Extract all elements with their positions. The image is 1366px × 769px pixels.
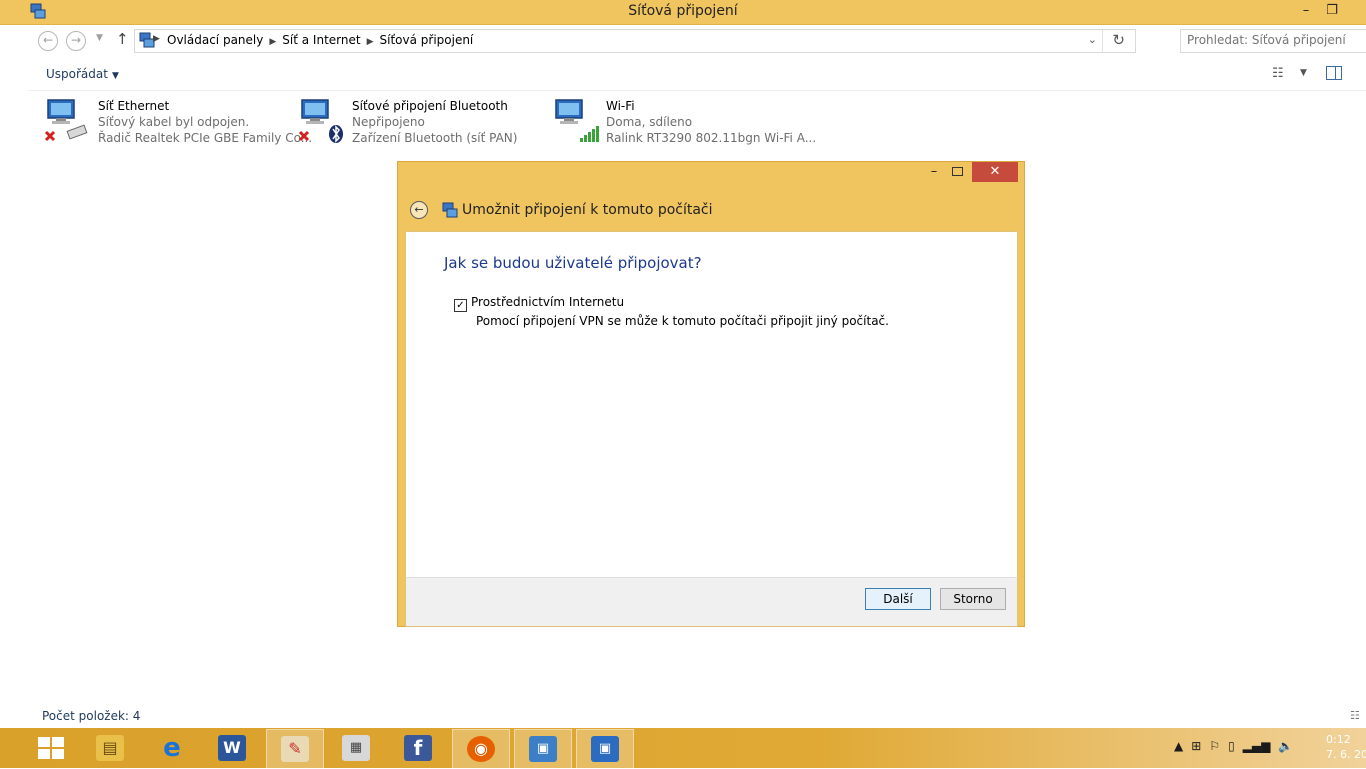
refresh-icon[interactable]: ↻ [1112,31,1125,49]
calculator-icon: ▦ [342,735,370,761]
dialog-heading: Jak se budou uživatelé připojovat? [444,254,702,272]
action-center-flag-icon[interactable]: ⚐ [1209,739,1220,753]
system-tray: ▲ ⊞ ⚐ ▯ ▂▄▆ 🔈 [1174,739,1301,753]
facebook-icon: f [404,735,432,761]
clock-time: 0:12 [1326,733,1351,746]
connection-device: Ralink RT3290 802.11bgn Wi-Fi A... [606,131,817,145]
connection-name: Síť Ethernet [98,99,170,113]
taskbar-calculator[interactable]: ▦ [328,729,384,767]
taskbar-network-connections[interactable]: ▣ [576,729,634,769]
network-connections-icon [442,202,458,218]
dialog-close-button[interactable]: ✕ [972,162,1018,182]
connection-status: Síťový kabel byl odpojen. [98,115,250,129]
internet-checkbox-label[interactable]: Prostřednictvím Internetu [471,295,624,309]
recent-locations-dropdown[interactable]: ▼ [96,33,103,43]
up-button[interactable]: ↑ [116,30,129,48]
breadcrumb-item[interactable]: Ovládací panely [167,33,263,47]
wifi-adapter-icon [555,99,599,142]
cancel-button[interactable]: Storno [940,588,1006,610]
breadcrumb: Ovládací panely ▶ Síť a Internet ▶ Síťová př… [167,33,479,47]
keyboard-icon[interactable]: ⊞ [1191,739,1201,753]
incoming-connection-dialog: – ✕ ← Umožnit připojení k tomuto počítač… [397,161,1025,627]
chevron-down-icon: ▼ [111,71,119,81]
item-count: Počet položek: 4 [42,709,141,723]
divider [1102,30,1103,52]
internet-checkbox[interactable]: ✓ [454,299,467,312]
dialog-title: Umožnit připojení k tomuto počítači [462,202,713,218]
clock-date: 7. 6. 20 [1326,748,1366,761]
search-box[interactable] [1180,29,1366,53]
connection-name: Wi-Fi [606,99,635,113]
clock[interactable]: 0:12 7. 6. 20 [1326,732,1366,762]
connection-wifi[interactable]: Wi-Fi Doma, sdíleno Ralink RT3290 802.11… [552,98,816,150]
taskbar-word[interactable]: W [204,729,260,767]
organize-label: Uspořádat [46,67,108,81]
address-bar[interactable]: ▶ Ovládací panely ▶ Síť a Internet ▶ Síťová … [134,29,1136,53]
dialog-content: Jak se budou uživatelé připojovat? ✓ Pros… [405,231,1018,578]
start-button[interactable] [38,737,66,759]
breadcrumb-item[interactable]: Síťová připojení [380,33,474,47]
volume-icon[interactable]: 🔈 [1278,739,1293,753]
show-hidden-icons-icon[interactable]: ▲ [1174,739,1183,753]
details-view-icon[interactable]: ☷ [1350,709,1360,722]
change-view-icon[interactable]: ☷ [1272,66,1284,81]
taskbar-file-explorer[interactable]: ▤ [82,729,138,767]
ethernet-adapter-icon [44,99,88,142]
connection-name: Síťové připojení Bluetooth [352,99,508,113]
organize-button[interactable]: Uspořádat ▼ [46,67,119,81]
taskbar-facebook[interactable]: f [390,729,446,767]
taskbar-firefox[interactable]: ◉ [452,729,510,769]
forward-button[interactable]: → [66,31,86,51]
breadcrumb-item[interactable]: Síť a Internet [282,33,360,47]
breadcrumb-chevron-icon[interactable]: ▶ [153,34,160,44]
taskbar: ▤ e W ✎ ▦ f ◉ ▣ ▣ ▲ ⊞ ⚐ ▯ ▂▄▆ 🔈 0:12 7. 6. 20 [0,728,1366,769]
minimize-button[interactable]: – [1292,0,1320,22]
connection-ethernet[interactable]: Síť Ethernet Síťový kabel byl odpojen. Ř… [44,98,312,150]
breadcrumb-chevron-icon[interactable]: ▶ [367,37,374,47]
connection-device: Zařízení Bluetooth (síť PAN) [352,131,518,145]
internet-checkbox-row[interactable]: ✓ Prostřednictvím Internetu [454,295,624,312]
bluetooth-adapter-icon [298,99,343,143]
connection-status: Doma, sdíleno [606,115,693,129]
taskbar-internet-explorer[interactable]: e [144,729,200,767]
command-bar: Uspořádat ▼ ☷ ▼ [28,58,1366,91]
internet-checkbox-description: Pomocí připojení VPN se může k tomuto po… [476,314,889,328]
dialog-footer: Další Storno [405,577,1018,627]
internet-explorer-icon: e [163,733,181,763]
restore-button[interactable]: ❐ [1318,0,1346,22]
search-input[interactable] [1181,30,1366,50]
window-title: Síťová připojení [628,3,738,19]
folder-icon: ▤ [96,735,124,761]
breadcrumb-chevron-icon[interactable]: ▶ [269,37,276,47]
network-connections-icon: ▣ [591,736,619,762]
address-row: ← → ▼ ↑ ▶ Ovládací panely ▶ Síť a Internet… [28,26,1366,56]
dialog-back-button[interactable]: ← [410,201,428,219]
network-signal-icon[interactable]: ▂▄▆ [1243,739,1271,753]
paint-palette-icon: ✎ [281,736,309,762]
word-icon: W [218,735,246,761]
address-dropdown-icon[interactable]: ⌄ [1088,33,1097,46]
battery-icon[interactable]: ▯ [1228,739,1235,753]
dialog-minimize-button[interactable]: – [926,164,942,179]
connection-bluetooth[interactable]: Síťové připojení Bluetooth Nepřipojeno Z… [298,98,548,150]
taskbar-remote-desktop[interactable]: ▣ [514,729,572,769]
connection-device: Řadič Realtek PCIe GBE Family Co... [98,131,313,145]
window-titlebar: Síťová připojení – ❐ [0,0,1366,25]
dialog-maximize-button[interactable] [952,167,963,176]
back-button[interactable]: ← [38,31,58,51]
firefox-icon: ◉ [467,736,495,762]
remote-desktop-icon: ▣ [529,736,557,762]
view-options-dropdown[interactable]: ▼ [1300,68,1307,78]
connection-status: Nepřipojeno [352,115,425,129]
preview-pane-icon[interactable] [1326,66,1342,80]
next-button[interactable]: Další [865,588,931,610]
taskbar-paint[interactable]: ✎ [266,729,324,769]
